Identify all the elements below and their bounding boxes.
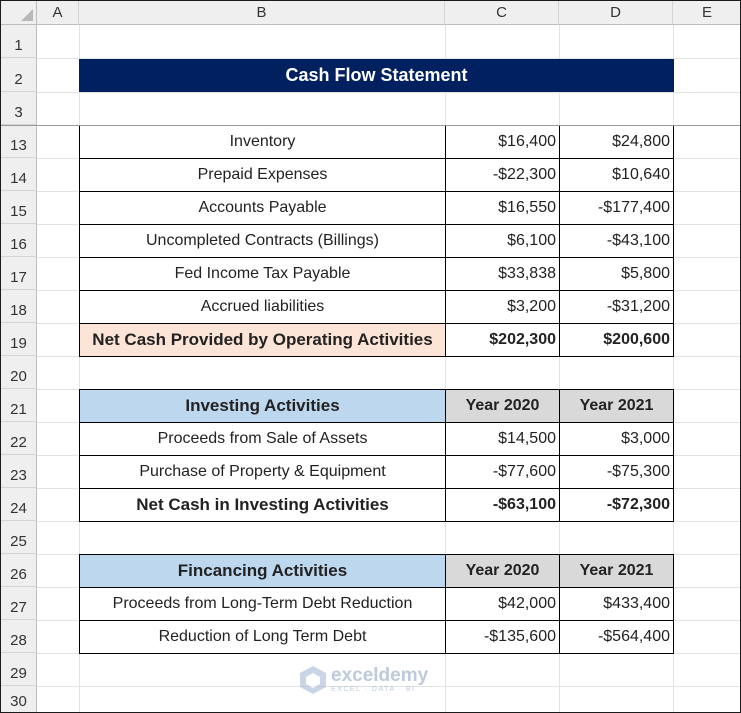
financing-2021-value[interactable]: -$564,400 (560, 621, 673, 653)
operating-2021-value[interactable]: -$43,100 (560, 225, 673, 257)
operating-2021-value[interactable]: -$31,200 (560, 291, 673, 323)
operating-total-2020[interactable]: $202,300 (446, 324, 559, 356)
exceldemy-watermark: exceldemy EXCEL · DATA · BI (299, 665, 428, 695)
financing-header[interactable]: Fincancing Activities (80, 555, 445, 587)
row-header[interactable]: 24 (1, 488, 37, 521)
operating-label[interactable]: Inventory (80, 126, 445, 158)
row-header[interactable]: 15 (1, 191, 37, 224)
investing-2021-value[interactable]: $3,000 (560, 423, 673, 455)
operating-label[interactable]: Fed Income Tax Payable (80, 258, 445, 290)
watermark-tagline: EXCEL · DATA · BI (331, 686, 416, 693)
operating-2020-value[interactable]: $16,550 (446, 192, 559, 224)
exceldemy-logo-icon (300, 666, 326, 694)
operating-2021-value[interactable]: $5,800 (560, 258, 673, 290)
operating-2021-value[interactable]: -$177,400 (560, 192, 673, 224)
financing-2020-value[interactable]: -$135,600 (446, 621, 559, 653)
financing-year-2021-header[interactable]: Year 2021 (560, 555, 673, 587)
row-header[interactable]: 16 (1, 224, 37, 257)
operating-2020-value[interactable]: -$22,300 (446, 159, 559, 191)
investing-year-2020-header[interactable]: Year 2020 (446, 390, 559, 422)
investing-label[interactable]: Proceeds from Sale of Assets (80, 423, 445, 455)
column-header-a[interactable]: A (37, 1, 79, 25)
operating-2020-value[interactable]: $3,200 (446, 291, 559, 323)
operating-total-2021[interactable]: $200,600 (560, 324, 673, 356)
operating-2021-value[interactable]: $10,640 (560, 159, 673, 191)
row-header[interactable]: 19 (1, 323, 37, 356)
financing-2020-value[interactable]: $42,000 (446, 588, 559, 620)
spreadsheet-window: A B C D E 1 2 3 13 14 15 16 17 18 19 20 … (0, 0, 741, 713)
row-header[interactable]: 27 (1, 587, 37, 620)
investing-header[interactable]: Investing Activities (80, 390, 445, 422)
row-header[interactable]: 25 (1, 521, 37, 554)
statement-title[interactable]: Cash Flow Statement (79, 59, 674, 92)
row-header[interactable]: 23 (1, 455, 37, 488)
operating-label[interactable]: Accrued liabilities (80, 291, 445, 323)
row-header[interactable]: 1 (1, 25, 37, 58)
row-header[interactable]: 22 (1, 422, 37, 455)
row-header[interactable]: 20 (1, 356, 37, 389)
financing-2021-value[interactable]: $433,400 (560, 588, 673, 620)
investing-total-2021[interactable]: -$72,300 (560, 489, 673, 521)
investing-2020-value[interactable]: -$77,600 (446, 456, 559, 488)
investing-2021-value[interactable]: -$75,300 (560, 456, 673, 488)
row-header[interactable]: 18 (1, 290, 37, 323)
row-header[interactable]: 17 (1, 257, 37, 290)
select-all-corner[interactable] (1, 1, 37, 25)
investing-label[interactable]: Purchase of Property & Equipment (80, 456, 445, 488)
watermark-name: exceldemy (331, 665, 429, 686)
row-header[interactable]: 2 (1, 58, 37, 92)
operating-label[interactable]: Accounts Payable (80, 192, 445, 224)
row-header[interactable]: 3 (1, 92, 37, 125)
investing-year-2021-header[interactable]: Year 2021 (560, 390, 673, 422)
column-header-e[interactable]: E (673, 1, 740, 25)
row-header[interactable]: 13 (1, 125, 37, 158)
investing-total-2020[interactable]: -$63,100 (446, 489, 559, 521)
row-header[interactable]: 26 (1, 554, 37, 587)
row-header[interactable]: 29 (1, 653, 37, 686)
row-header[interactable]: 14 (1, 158, 37, 191)
operating-label[interactable]: Uncompleted Contracts (Billings) (80, 225, 445, 257)
column-header-b[interactable]: B (79, 1, 445, 25)
financing-year-2020-header[interactable]: Year 2020 (446, 555, 559, 587)
column-header-d[interactable]: D (559, 1, 673, 25)
operating-2020-value[interactable]: $16,400 (446, 126, 559, 158)
financing-label[interactable]: Reduction of Long Term Debt (80, 621, 445, 653)
column-header-c[interactable]: C (445, 1, 559, 25)
financing-label[interactable]: Proceeds from Long-Term Debt Reduction (80, 588, 445, 620)
operating-2020-value[interactable]: $33,838 (446, 258, 559, 290)
investing-total-label[interactable]: Net Cash in Investing Activities (80, 489, 445, 521)
investing-2020-value[interactable]: $14,500 (446, 423, 559, 455)
row-header[interactable]: 28 (1, 620, 37, 653)
operating-label[interactable]: Prepaid Expenses (80, 159, 445, 191)
row-header[interactable]: 30 (1, 686, 37, 712)
row-header[interactable]: 21 (1, 389, 37, 422)
operating-total-label[interactable]: Net Cash Provided by Operating Activitie… (80, 324, 445, 356)
operating-2020-value[interactable]: $6,100 (446, 225, 559, 257)
operating-2021-value[interactable]: $24,800 (560, 126, 673, 158)
